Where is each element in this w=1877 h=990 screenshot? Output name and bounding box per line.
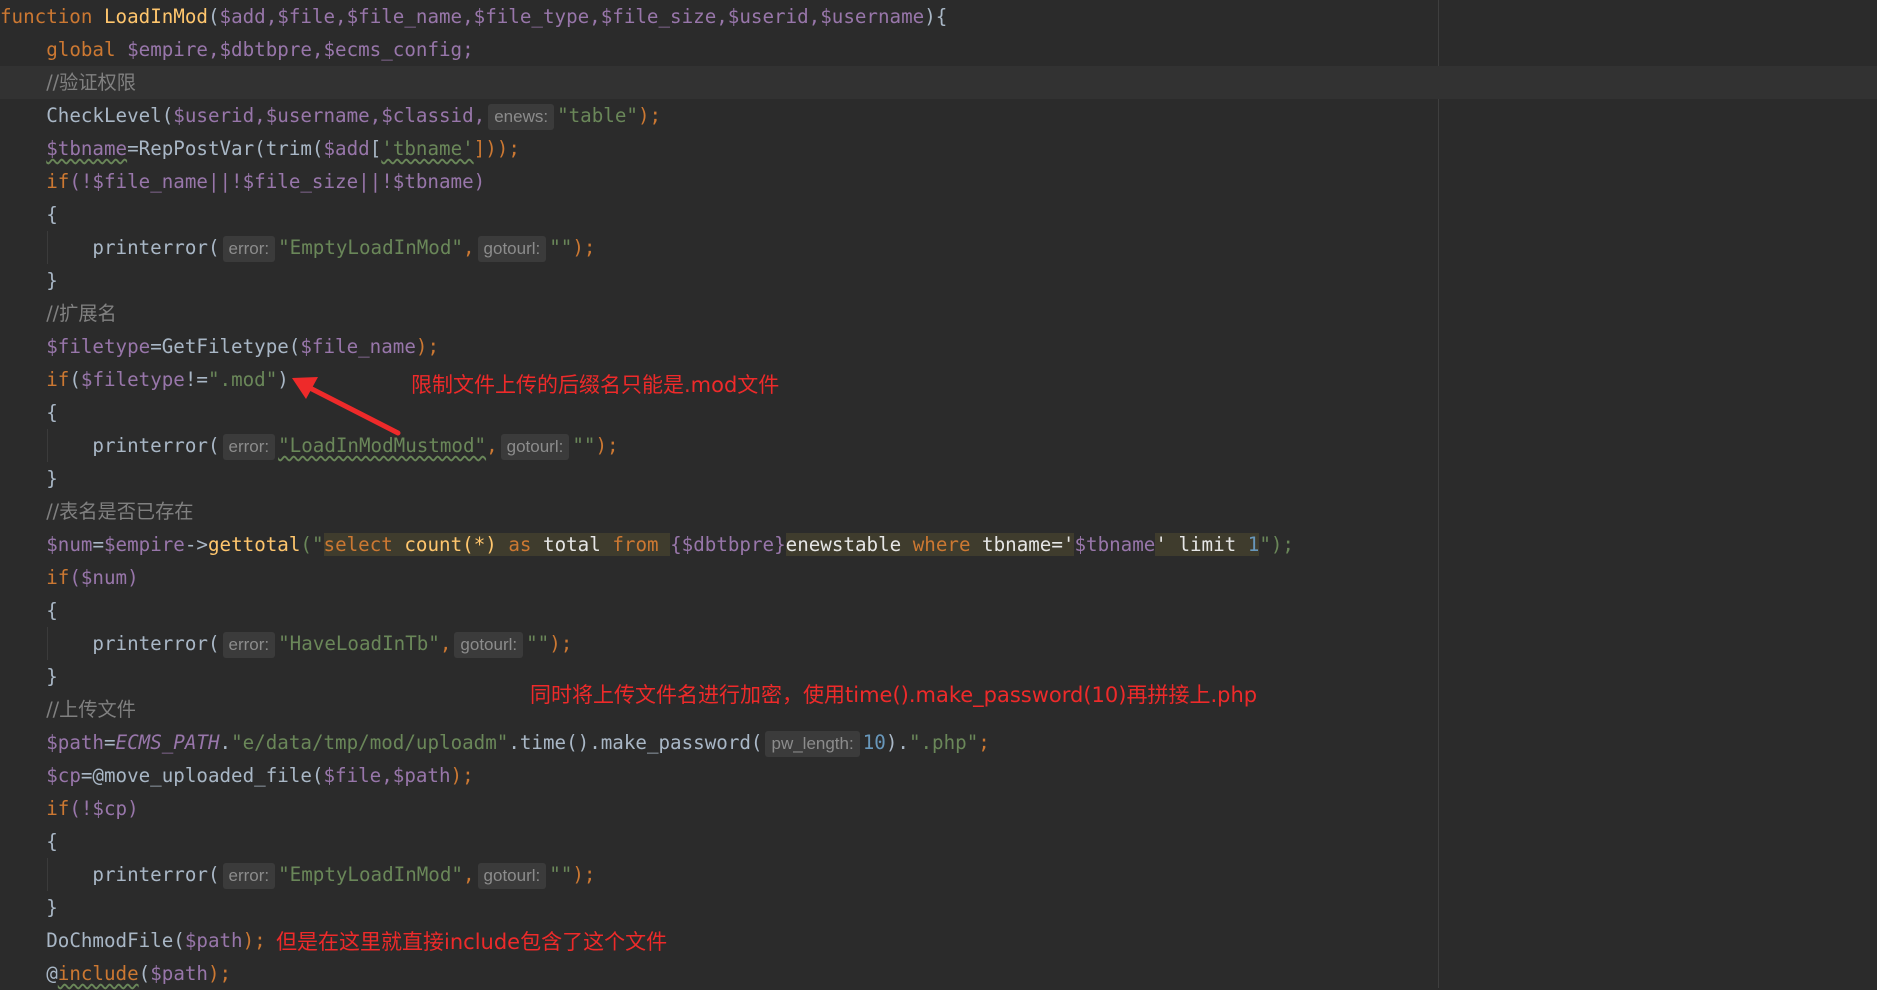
code-editor[interactable]: function LoadInMod($add,$file,$file_name… (0, 0, 1877, 988)
red-arrow-icon (292, 377, 401, 436)
